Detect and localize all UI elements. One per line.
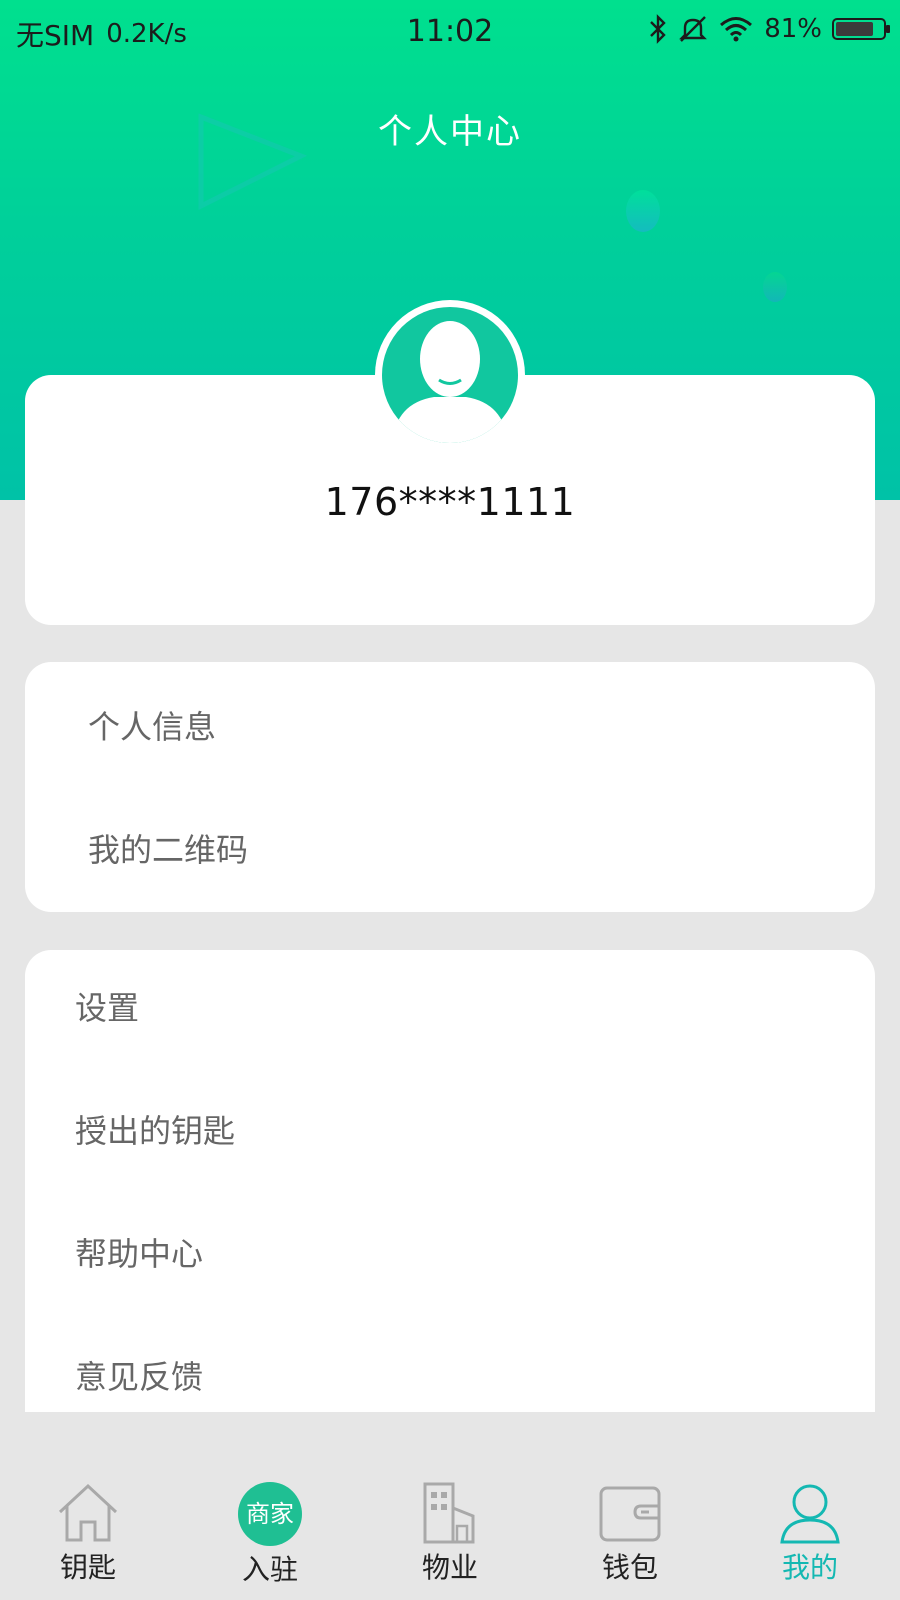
building-icon bbox=[423, 1482, 475, 1544]
avatar[interactable] bbox=[375, 300, 525, 450]
tab-label: 钱包 bbox=[601, 1551, 658, 1584]
menu-item-label: 意见反馈 bbox=[75, 1358, 204, 1396]
tab-property[interactable]: 物业 bbox=[390, 1482, 510, 1586]
menu-item[interactable]: 设置 bbox=[25, 950, 875, 1066]
menu-item[interactable]: 我的二维码 bbox=[25, 788, 875, 908]
menu-item-label: 帮助中心 bbox=[75, 1235, 204, 1273]
home-icon bbox=[58, 1483, 118, 1542]
tab-label: 入驻 bbox=[241, 1553, 298, 1586]
wifi-icon bbox=[720, 17, 753, 42]
menu-item[interactable]: 个人信息 bbox=[25, 665, 875, 785]
merchant-badge-icon: 商家 bbox=[238, 1482, 302, 1546]
battery-fill bbox=[836, 22, 873, 36]
user-silhouette-icon bbox=[382, 307, 518, 443]
tab-mine[interactable]: 我的 bbox=[750, 1482, 870, 1586]
bubble-decoration bbox=[626, 190, 660, 232]
menu-item-label: 我的二维码 bbox=[88, 831, 249, 869]
bell-muted-icon bbox=[679, 16, 708, 42]
tab-keys[interactable]: 钥匙 bbox=[28, 1482, 148, 1586]
tab-label: 物业 bbox=[421, 1551, 478, 1584]
menu-item[interactable]: 授出的钥匙 bbox=[25, 1069, 875, 1189]
tab-label: 我的 bbox=[781, 1551, 838, 1584]
menu-item[interactable]: 意见反馈 bbox=[25, 1315, 875, 1412]
bubble-decoration bbox=[763, 272, 787, 302]
menu-group-general: 设置授出的钥匙帮助中心意见反馈 bbox=[25, 950, 875, 1412]
battery-icon bbox=[832, 18, 890, 40]
menu-item[interactable]: 帮助中心 bbox=[25, 1192, 875, 1312]
menu-group-account: 个人信息 我的二维码 bbox=[25, 662, 875, 912]
bluetooth-icon bbox=[650, 14, 666, 44]
page-title: 个人中心 bbox=[378, 112, 522, 152]
clock: 11:02 bbox=[406, 14, 494, 49]
tab-merchant[interactable]: 商家 入驻 bbox=[210, 1482, 330, 1588]
menu-item-label: 授出的钥匙 bbox=[75, 1112, 236, 1150]
menu-item-label: 设置 bbox=[75, 989, 140, 1027]
menu-item-label: 个人信息 bbox=[88, 708, 217, 746]
wallet-icon bbox=[599, 1486, 661, 1542]
phone-number: 176****1111 bbox=[324, 480, 576, 524]
bottom-tab-bar: 钥匙 商家 入驻 物业 钱包 我的 bbox=[0, 1412, 900, 1600]
battery-percent: 81% bbox=[764, 14, 822, 44]
tab-label: 钥匙 bbox=[59, 1551, 116, 1584]
status-bar: 无SIM 0.2K/s 11:02 81% bbox=[0, 0, 900, 64]
tab-wallet[interactable]: 钱包 bbox=[570, 1482, 690, 1586]
person-icon bbox=[780, 1484, 840, 1544]
